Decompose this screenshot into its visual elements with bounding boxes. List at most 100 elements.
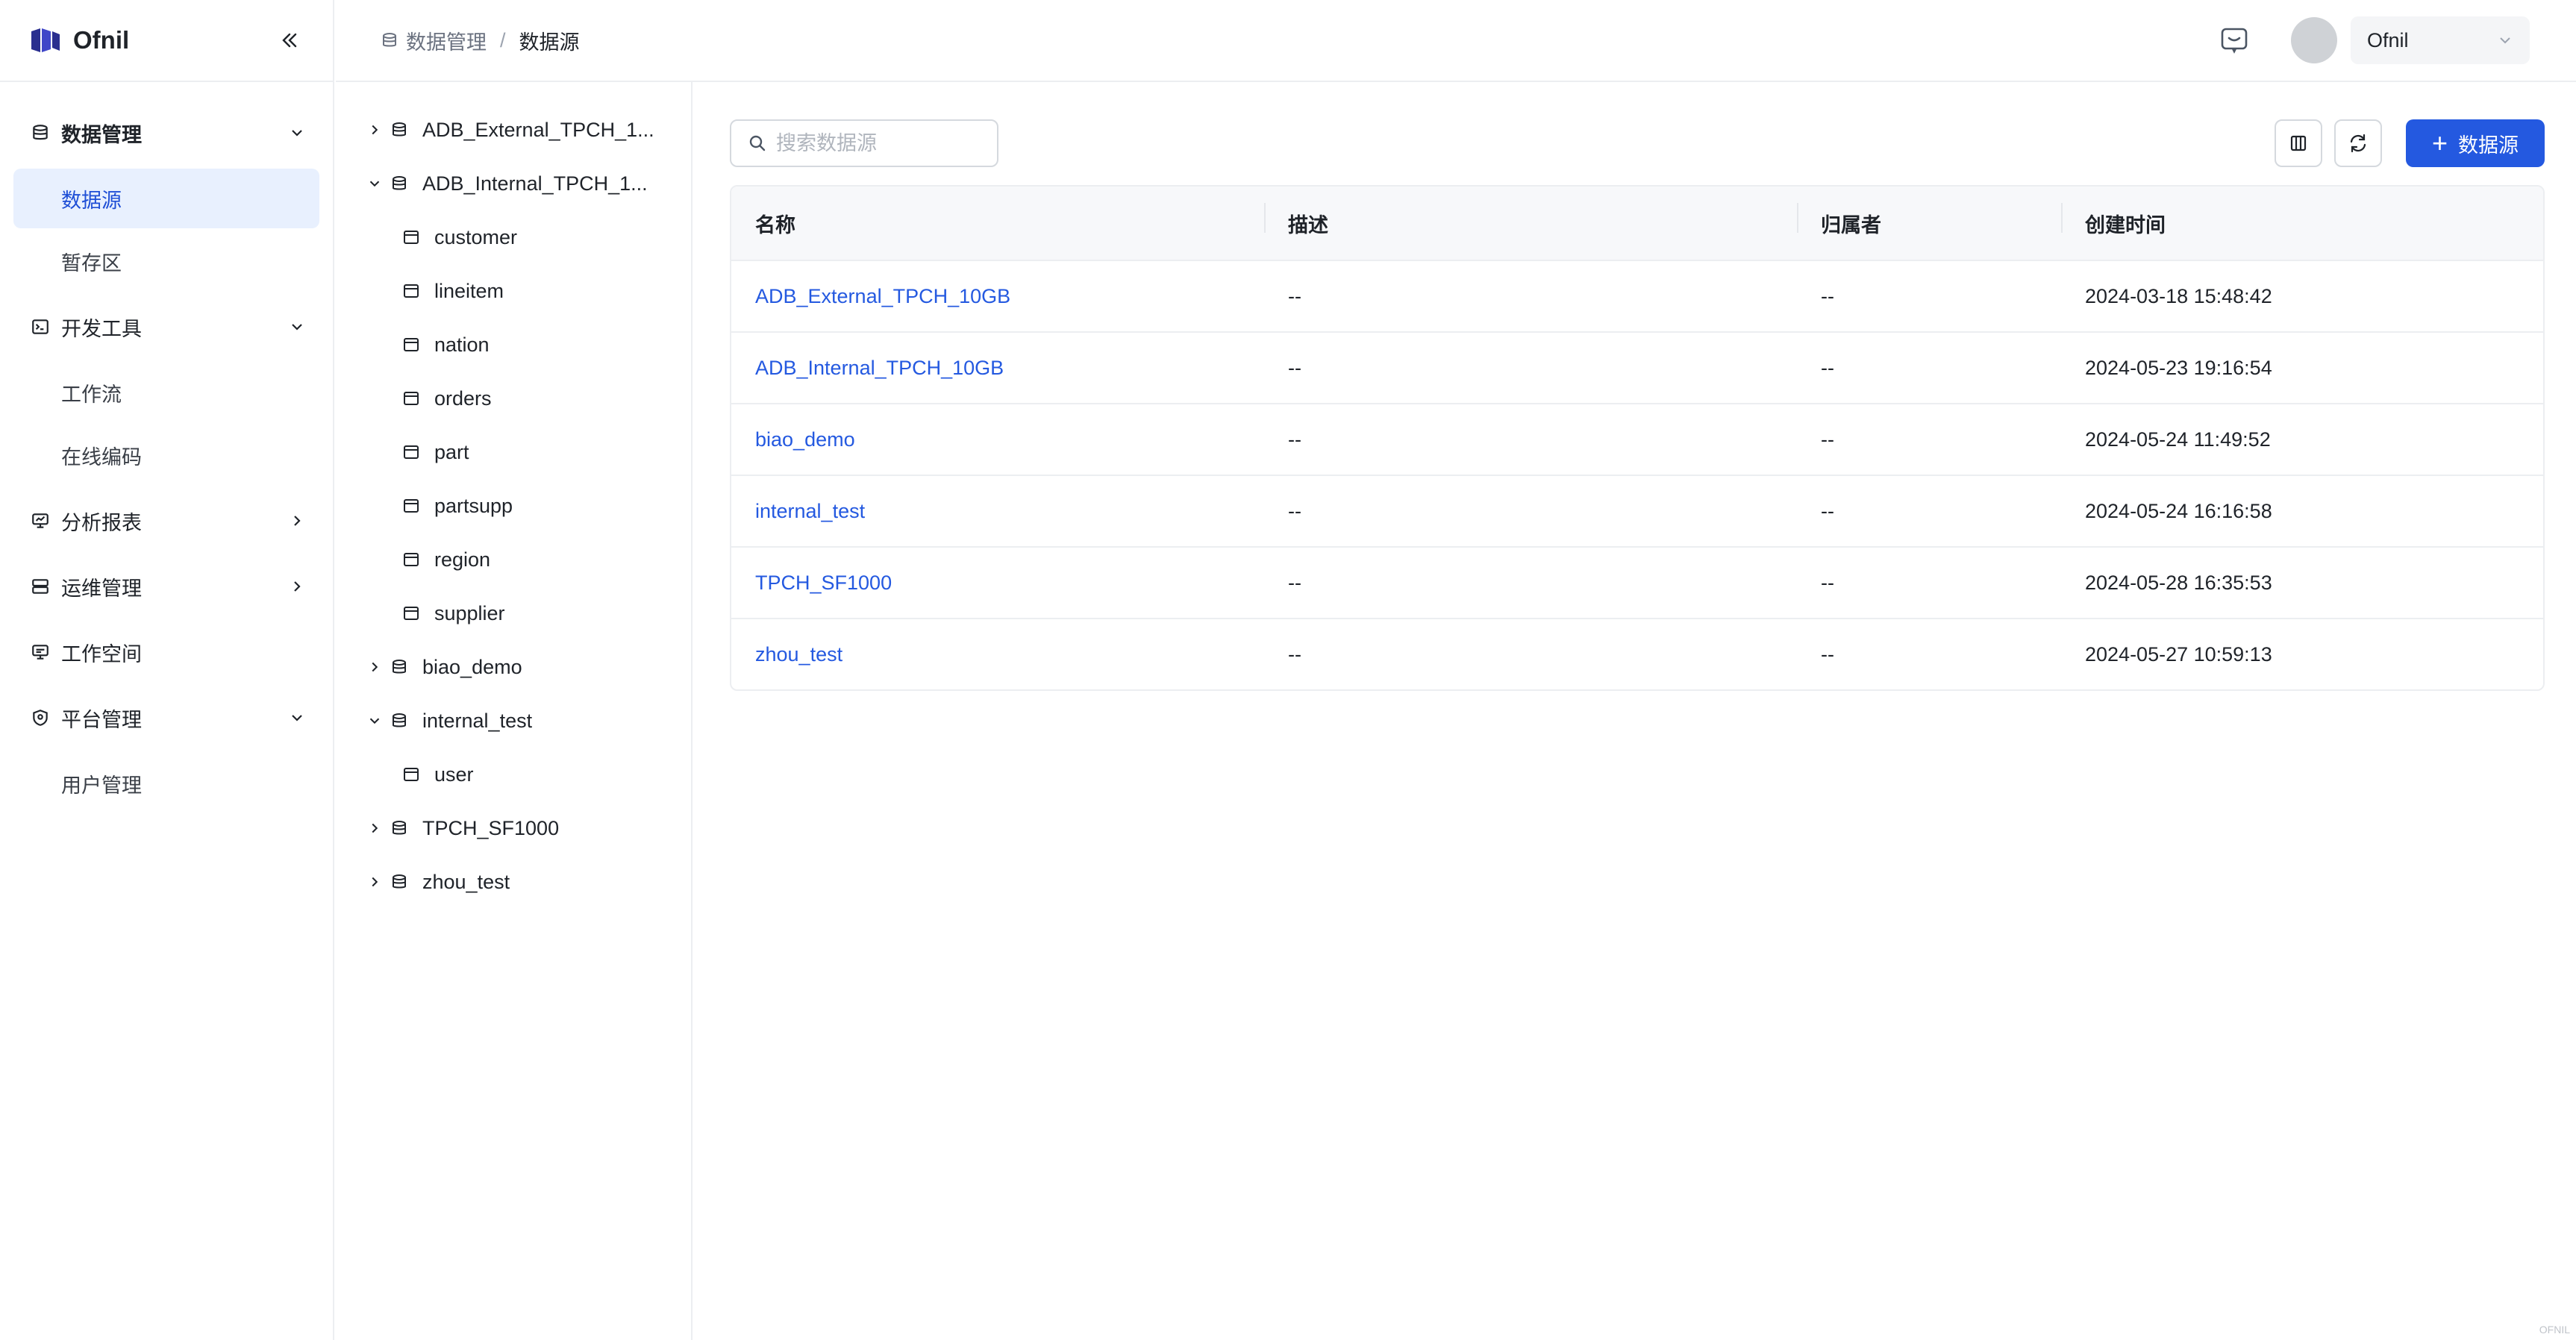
- columns-icon: [2290, 135, 2307, 151]
- sidebar-item[interactable]: 暂存区: [13, 231, 319, 291]
- caret-right-icon[interactable]: [366, 873, 384, 891]
- sidebar-group-3[interactable]: 运维管理: [0, 554, 333, 619]
- datasource-name-link[interactable]: biao_demo: [731, 428, 1264, 451]
- sidebar-group-icon: [30, 707, 51, 728]
- sidebar-item[interactable]: 用户管理: [13, 754, 319, 813]
- table-icon: [404, 553, 419, 566]
- table-icon: [404, 284, 419, 298]
- tree-node-database[interactable]: biao_demo: [336, 640, 691, 694]
- column-header[interactable]: 描述: [1264, 202, 1797, 238]
- table-icon: [404, 392, 419, 405]
- tree-node-label: supplier: [434, 601, 505, 624]
- chevron-down-icon: [292, 715, 302, 721]
- tree-node-icon: [401, 496, 421, 516]
- created-time-cell: 2024-05-28 16:35:53: [2085, 571, 2272, 594]
- search-box[interactable]: [730, 119, 998, 167]
- table-row[interactable]: biao_demo -- -- 2024-05-24 11:49:52: [731, 403, 2543, 475]
- caret-down-icon[interactable]: [366, 175, 384, 192]
- tree-node-table[interactable]: region: [336, 533, 691, 586]
- sidebar-group-4[interactable]: 工作空间: [0, 619, 333, 685]
- owner-cell: --: [1821, 499, 1834, 522]
- tree-node-table[interactable]: user: [336, 748, 691, 801]
- column-header[interactable]: 归属者: [1797, 202, 2061, 238]
- breadcrumb: 数据管理 / 数据源: [381, 26, 580, 55]
- owner-cell: --: [1821, 356, 1834, 379]
- user-select[interactable]: Ofnil: [2351, 16, 2530, 64]
- tree-node-table[interactable]: supplier: [336, 586, 691, 640]
- tree-node-icon: [390, 657, 409, 677]
- tree-node-table[interactable]: orders: [336, 372, 691, 425]
- tree-node-database[interactable]: TPCH_SF1000: [336, 801, 691, 855]
- add-datasource-button[interactable]: + 数据源: [2406, 119, 2545, 167]
- owner-cell: --: [1821, 284, 1834, 307]
- message-icon[interactable]: [2212, 18, 2257, 63]
- tree-node-table[interactable]: partsupp: [336, 479, 691, 533]
- tree-node-label: biao_demo: [422, 655, 522, 678]
- database-icon: [393, 122, 406, 137]
- avatar[interactable]: [2291, 17, 2337, 63]
- tree-node-database[interactable]: internal_test: [336, 694, 691, 748]
- column-header[interactable]: 创建时间: [2061, 202, 2543, 238]
- database-icon: [33, 125, 48, 140]
- search-icon: [749, 135, 766, 151]
- datasource-name-link[interactable]: zhou_test: [731, 643, 1264, 666]
- chart-board-icon: [32, 513, 49, 528]
- tree-node-database[interactable]: ADB_External_TPCH_1...: [336, 103, 691, 157]
- table-row[interactable]: TPCH_SF1000 -- -- 2024-05-28 16:35:53: [731, 546, 2543, 618]
- collapse-sidebar-icon[interactable]: [275, 25, 304, 55]
- tree-node-label: ADB_External_TPCH_1...: [422, 118, 654, 141]
- columns-button[interactable]: [2275, 119, 2322, 167]
- datasource-name-link[interactable]: internal_test: [731, 500, 1264, 523]
- table-row[interactable]: ADB_External_TPCH_10GB -- -- 2024-03-18 …: [731, 260, 2543, 331]
- shield-icon: [33, 710, 48, 726]
- sidebar-item[interactable]: 工作流: [13, 363, 319, 422]
- table-icon: [404, 338, 419, 351]
- database-icon: [393, 176, 406, 190]
- tree-node-database[interactable]: ADB_Internal_TPCH_1...: [336, 157, 691, 210]
- tree-node-icon: [401, 389, 421, 408]
- sidebar-item[interactable]: 在线编码: [13, 425, 319, 485]
- tree-node-icon: [390, 174, 409, 193]
- sidebar-group-icon: [30, 316, 51, 337]
- tree-node-table[interactable]: lineitem: [336, 264, 691, 318]
- sidebar-item[interactable]: 数据源: [13, 169, 319, 228]
- tree-node-icon: [401, 281, 421, 301]
- tree-node-table[interactable]: nation: [336, 318, 691, 372]
- caret-right-icon[interactable]: [366, 658, 384, 676]
- search-input[interactable]: [776, 131, 992, 155]
- header-actions: Ofnil: [2212, 16, 2530, 64]
- plus-icon: +: [2431, 128, 2448, 158]
- database-icon: [383, 33, 396, 47]
- database-icon: [393, 821, 406, 835]
- caret-right-icon[interactable]: [366, 121, 384, 139]
- caret-down-icon[interactable]: [366, 712, 384, 730]
- table-row[interactable]: ADB_Internal_TPCH_10GB -- -- 2024-05-23 …: [731, 331, 2543, 403]
- created-time-cell: 2024-03-18 15:48:42: [2085, 284, 2272, 307]
- datasource-table: 名称 描述 归属者 创建时间 ADB_External_TPCH_10GB -- --…: [730, 185, 2545, 691]
- server-icon: [32, 579, 49, 594]
- table-row[interactable]: zhou_test -- -- 2024-05-27 10:59:13: [731, 618, 2543, 689]
- tree-node-label: ADB_Internal_TPCH_1...: [422, 172, 648, 195]
- tree-node-table[interactable]: part: [336, 425, 691, 479]
- breadcrumb-separator: /: [500, 28, 506, 51]
- tree-node-label: zhou_test: [422, 870, 510, 893]
- caret-right-icon[interactable]: [366, 819, 384, 837]
- sidebar-group-5[interactable]: 平台管理: [0, 685, 333, 751]
- tree-node-icon: [390, 120, 409, 140]
- datasource-name-link[interactable]: ADB_External_TPCH_10GB: [731, 285, 1264, 308]
- sidebar-group-2[interactable]: 分析报表: [0, 488, 333, 554]
- datasource-name-link[interactable]: TPCH_SF1000: [731, 572, 1264, 595]
- tree-node-database[interactable]: zhou_test: [336, 855, 691, 909]
- refresh-button[interactable]: [2334, 119, 2382, 167]
- tree-node-table[interactable]: customer: [336, 210, 691, 264]
- app-name: Ofnil: [73, 26, 130, 54]
- created-time-cell: 2024-05-23 19:16:54: [2085, 356, 2272, 379]
- breadcrumb-parent[interactable]: 数据管理: [381, 26, 487, 55]
- datasource-name-link[interactable]: ADB_Internal_TPCH_10GB: [731, 357, 1264, 380]
- table-icon: [404, 231, 419, 244]
- sidebar-group-0[interactable]: 数据管理: [0, 100, 333, 166]
- column-header[interactable]: 名称: [731, 209, 1264, 238]
- sidebar-group-label: 运维管理: [61, 577, 142, 600]
- table-row[interactable]: internal_test -- -- 2024-05-24 16:16:58: [731, 475, 2543, 546]
- sidebar-group-1[interactable]: 开发工具: [0, 294, 333, 360]
